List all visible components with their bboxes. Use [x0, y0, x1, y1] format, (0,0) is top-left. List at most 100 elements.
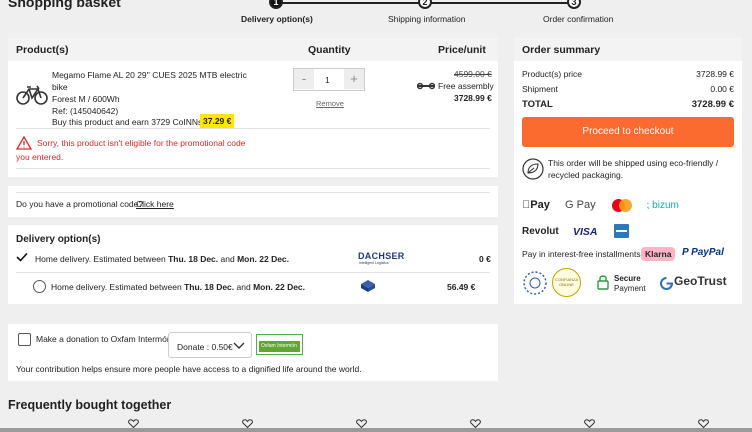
cart-card: Product(s) Quantity Price/unit Megamo Fl…: [8, 37, 498, 177]
quantity-input[interactable]: 1: [325, 75, 330, 85]
order-summary-card: Order summary Product(s) price 3728.99 €…: [514, 37, 742, 304]
product-name-line2[interactable]: bike: [52, 82, 68, 92]
coinns-badge: 37.29 €: [200, 114, 235, 128]
delivery-title: Delivery option(s): [16, 234, 101, 245]
donation-checkbox[interactable]: [18, 333, 31, 346]
confianza-online-text: CONFIANZA ONLINE: [555, 277, 579, 287]
wishlist-heart-icon[interactable]: [584, 419, 595, 428]
cart-divider: [16, 128, 490, 129]
dachser-logo-sub: Intelligent Logistics: [359, 261, 389, 265]
increase-quantity-button[interactable]: +: [344, 69, 364, 89]
summary-products-label: Product(s) price: [522, 69, 582, 79]
delivery-divider: [16, 272, 490, 273]
step-1-dot: 1: [269, 0, 283, 9]
promo-card: Do you have a promotional code? Click he…: [8, 186, 498, 217]
product-name-line1[interactable]: Megamo Flame AL 20 29'' CUES 2025 MTB el…: [52, 70, 247, 80]
promo-warning-line2: you entered.: [16, 152, 64, 162]
eco-leaf-icon: [522, 158, 544, 180]
chevron-down-icon: [233, 342, 245, 349]
cart-header: [8, 37, 498, 61]
promo-click-here-link[interactable]: Click here: [136, 199, 174, 209]
summary-products-value: 3728.99 €: [696, 69, 734, 79]
warning-icon: [16, 136, 32, 150]
amex-logo: [614, 224, 629, 238]
ecommerce-europe-icon: [523, 271, 547, 295]
eco-line1: This order will be shipped using eco-fri…: [548, 158, 719, 168]
donation-select-value: Donate : 0.50€: [177, 342, 233, 352]
donation-label[interactable]: Make a donation to Oxfam Intermón: [36, 334, 172, 344]
promo-question: Do you have a promotional code?: [16, 199, 144, 209]
delivery-option-1-date1: Thu. 18 Dec.: [168, 254, 219, 264]
step-3-label: Order confirmation: [543, 14, 614, 24]
oxfam-logo: Oxfam Intermón: [256, 334, 303, 355]
step-3-dot: 3: [567, 0, 581, 9]
klarna-logo: Klarna: [641, 247, 676, 261]
wishlist-heart-icon[interactable]: [470, 419, 481, 428]
delivery-option-1-pre: Home delivery. Estimated between: [35, 254, 169, 264]
lock-icon: [597, 275, 609, 290]
column-products: Product(s): [16, 44, 69, 56]
delivery-option-2-pre: Home delivery. Estimated between: [51, 282, 185, 292]
column-quantity: Quantity: [308, 44, 351, 56]
remove-link[interactable]: Remove: [316, 99, 344, 108]
summary-title: Order summary: [522, 44, 601, 56]
step-2-dot: 2: [418, 0, 432, 9]
wishlist-heart-icon[interactable]: [356, 419, 367, 428]
bizum-logo: ⁏ bizum: [646, 200, 679, 211]
delivery-option-1-price: 0 €: [479, 254, 491, 264]
oxfam-logo-text: Oxfam Intermón: [261, 343, 297, 349]
eco-line2: recycled packaging.: [548, 170, 624, 180]
check-icon[interactable]: [16, 252, 28, 262]
courier-box-icon: [361, 280, 375, 292]
delivery-option-2-date2: Mon. 22 Dec.: [253, 282, 306, 292]
free-assembly: Free assembly: [438, 81, 494, 91]
step-2-label: Shipping information: [388, 14, 466, 24]
delivery-option-2-mid: and: [234, 282, 254, 292]
step-1-label: Delivery option(s): [241, 14, 313, 24]
coinns-text: Buy this product and earn 3729 CoINNs /: [52, 117, 207, 127]
product-variant: Forest M / 600Wh: [52, 94, 120, 104]
decrease-quantity-button[interactable]: -: [294, 69, 314, 89]
wishlist-heart-icon[interactable]: [128, 419, 139, 428]
delivery-option-2-price: 56.49 €: [447, 282, 476, 292]
visa-logo: VISA: [573, 226, 598, 238]
mastercard-circle-orange: [619, 199, 632, 212]
bizum-text: bizum: [652, 200, 679, 211]
revolut-logo: Revolut: [522, 226, 559, 237]
summary-shipment-value: 0.00 €: [710, 84, 734, 94]
delivery-option-2[interactable]: Home delivery. Estimated between Thu. 18…: [51, 282, 305, 292]
fbt-title: Frequently bought together: [8, 398, 172, 412]
geotrust-icon: [660, 277, 673, 290]
secure-payment-line2: Payment: [614, 284, 646, 293]
delivery-option-1-date2: Mon. 22 Dec.: [237, 254, 290, 264]
delivery-option-2-radio[interactable]: [33, 280, 46, 293]
donation-select[interactable]: Donate : 0.50€: [168, 332, 252, 358]
donation-note: Your contribution helps ensure more peop…: [16, 364, 362, 374]
wishlist-heart-icon[interactable]: [698, 419, 709, 428]
geotrust-logo: GeoTrust: [674, 274, 727, 288]
summary-total-label: TOTAL: [522, 99, 553, 110]
bottom-scrollbar[interactable]: [0, 428, 752, 432]
paypal-logo: P PayPal: [682, 247, 724, 258]
promo-warning-line1: Sorry, this product isn't eligible for t…: [37, 138, 246, 148]
secure-payment-line1: Secure: [614, 274, 641, 283]
wishlist-heart-icon[interactable]: [242, 419, 253, 428]
apple-pay-text: Pay: [522, 199, 550, 211]
old-price: 4599.00 €: [454, 69, 492, 79]
google-pay-logo: G Pay: [565, 199, 596, 211]
proceed-to-checkout-button[interactable]: Proceed to checkout: [522, 117, 734, 147]
cart-bottom-divider: [16, 168, 490, 169]
amex-logo-stripe: [616, 230, 627, 232]
product-ref: Ref: (145040642): [52, 106, 119, 116]
bike-thumbnail-icon[interactable]: [16, 84, 48, 106]
page-title: Shopping basket: [8, 0, 121, 10]
summary-shipment-label: Shipment: [522, 84, 558, 94]
dachser-logo: DACHSER: [358, 251, 405, 261]
confianza-online-logo: CONFIANZA ONLINE: [552, 268, 581, 297]
installments-text: Pay in interest-free installments:: [522, 249, 643, 259]
apple-pay-logo: Pay: [522, 199, 550, 211]
delivery-option-1[interactable]: Home delivery. Estimated between Thu. 18…: [35, 254, 289, 264]
column-price: Price/unit: [438, 44, 486, 56]
unit-price: 3728.99 €: [454, 93, 492, 103]
mastercard-logo: [612, 199, 632, 212]
